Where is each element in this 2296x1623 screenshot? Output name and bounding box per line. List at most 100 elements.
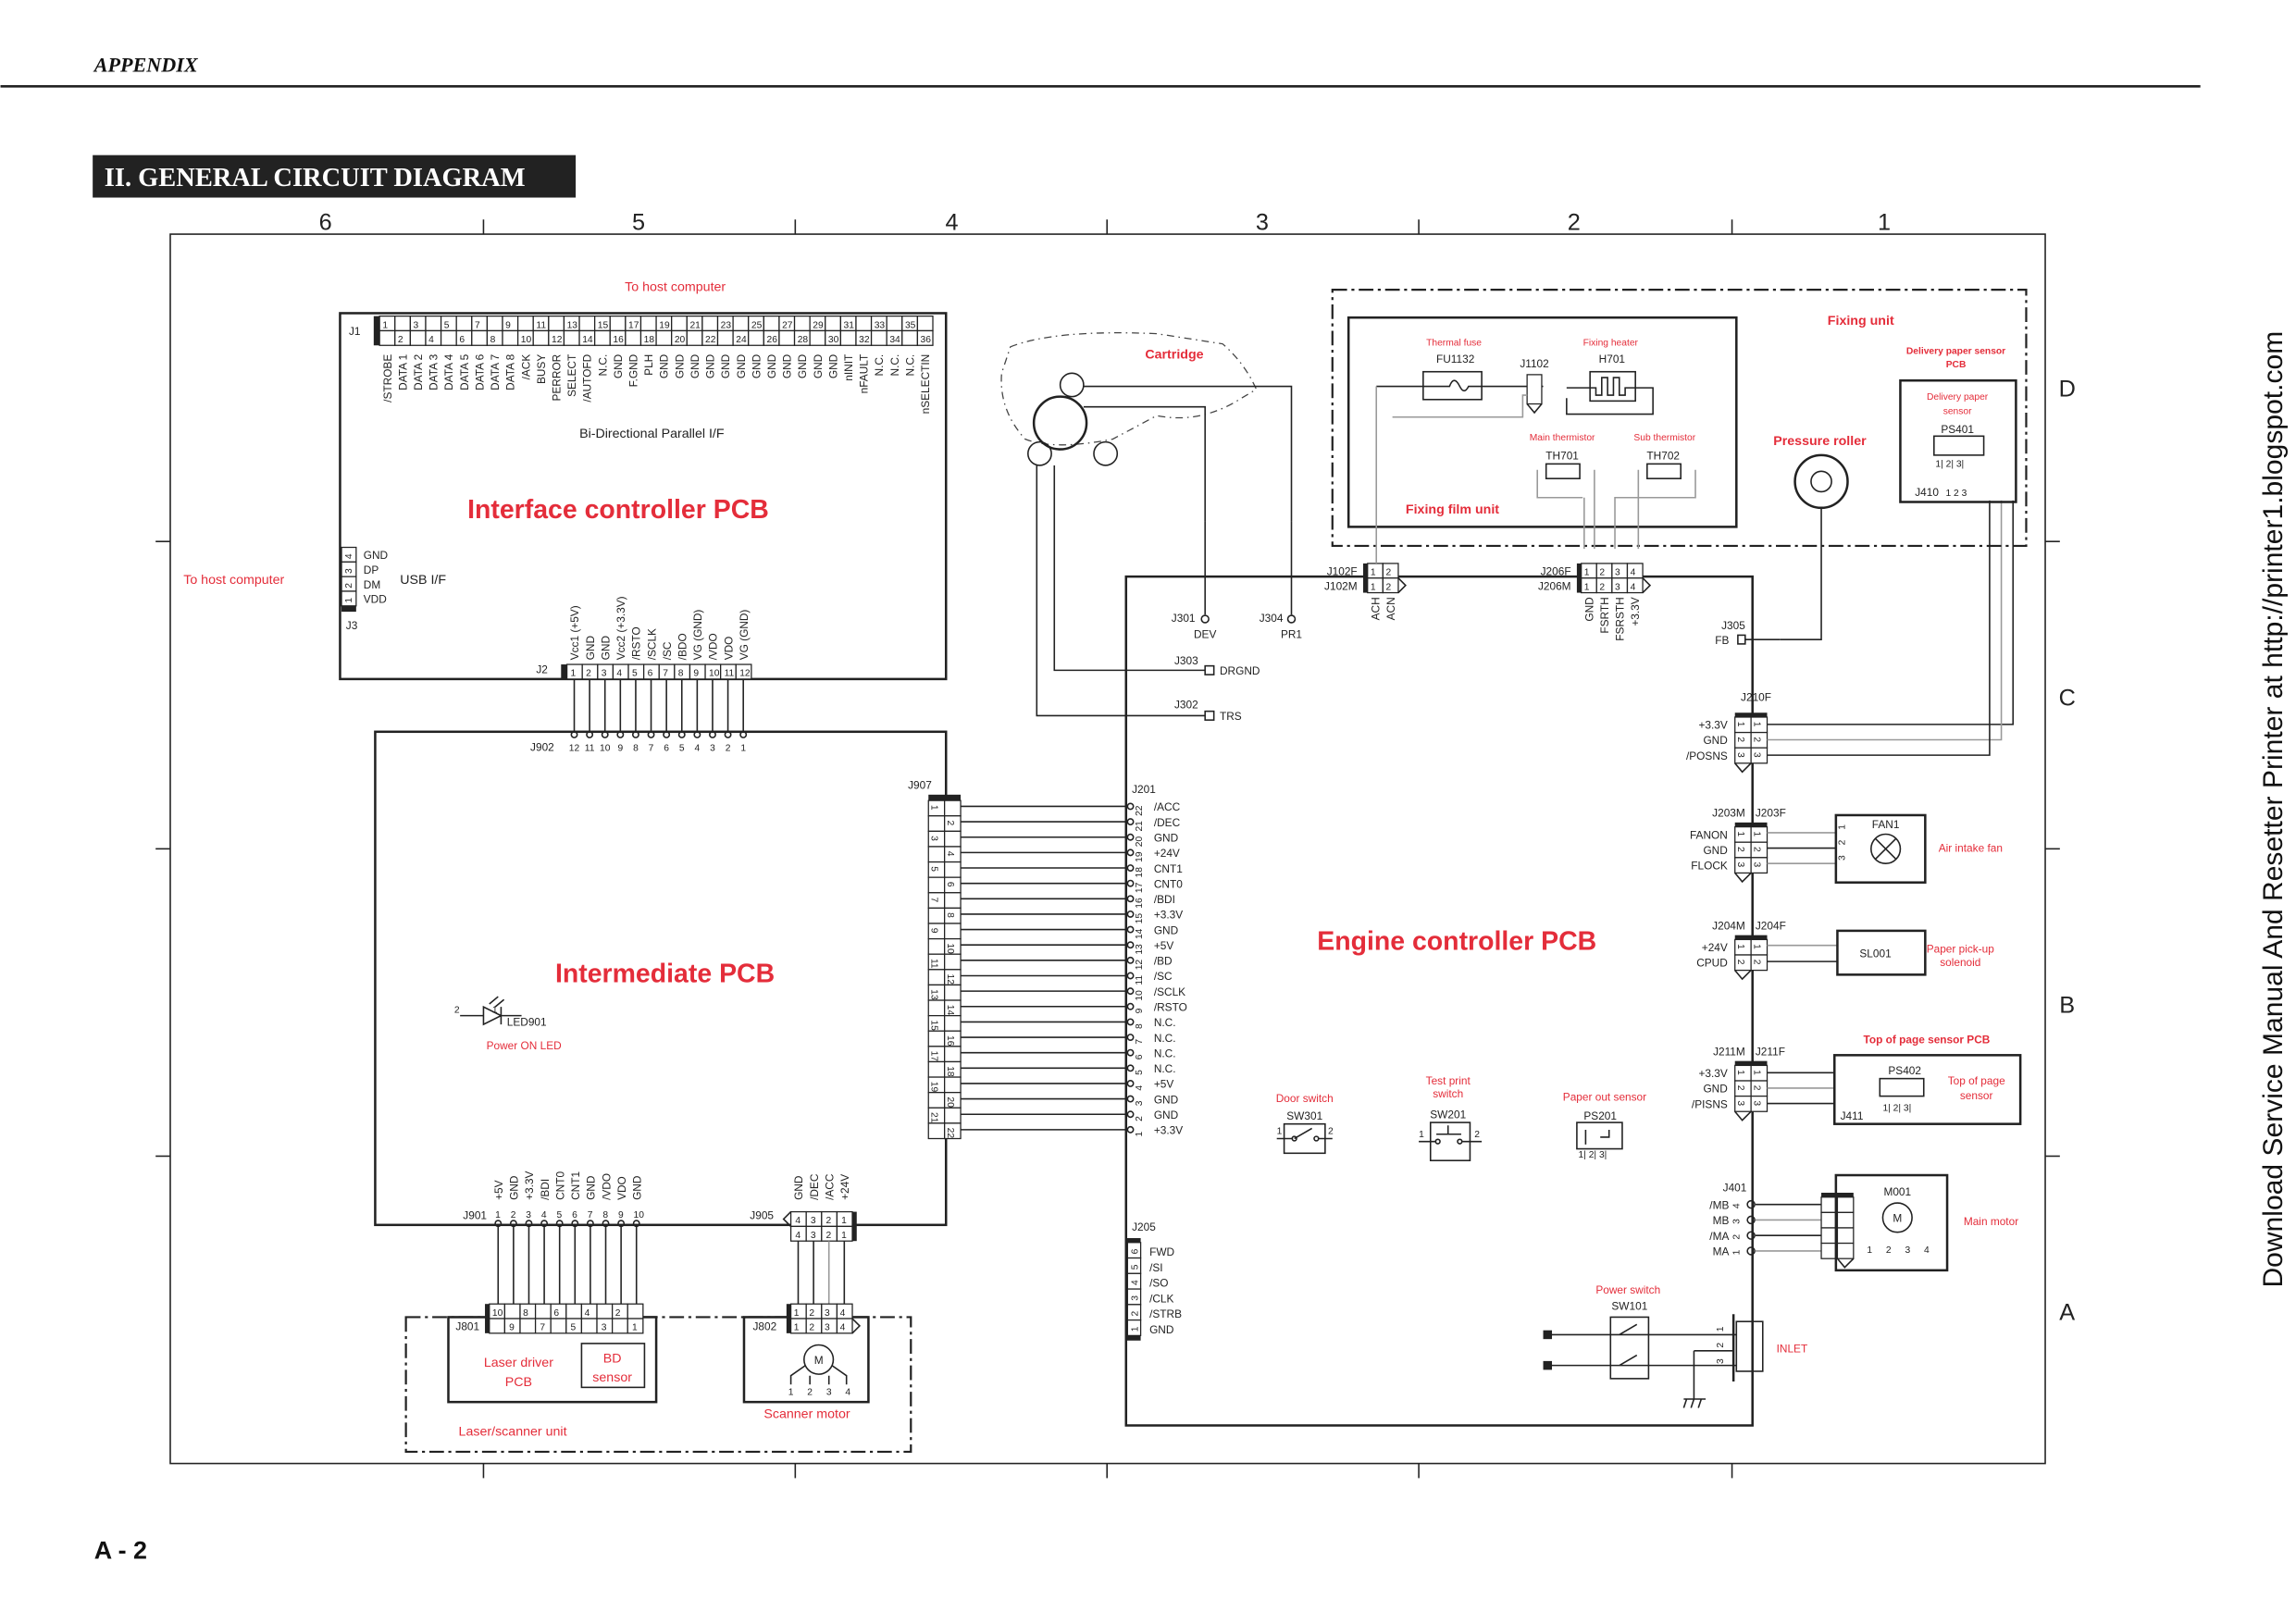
row-label-C: C (2059, 685, 2076, 711)
j1-pin-cell (763, 315, 780, 332)
j203m-label: J203M (1712, 807, 1745, 820)
j1-signal: DATA 1 (396, 353, 409, 390)
j801-pin-number: 2 (615, 1308, 621, 1319)
j210-pin-number: 2 (1751, 737, 1761, 742)
j1-signal: N.C. (888, 354, 901, 377)
j305-label: J305 (1721, 619, 1745, 632)
j907-pin-cell (944, 1046, 962, 1063)
j201-signal: +3.3V (1154, 909, 1183, 922)
ac-terminal (1543, 1360, 1553, 1370)
delivery-pcb-label: Delivery paper sensor (1906, 347, 2005, 357)
j1-pin-cell (563, 329, 580, 346)
j901-signal: GND (585, 1176, 598, 1200)
j1102-arrow (1526, 403, 1543, 415)
j905-pin-number: 4 (795, 1231, 800, 1241)
j1-pin-number: 5 (444, 320, 450, 330)
j201-signal: N.C. (1154, 1032, 1176, 1045)
ps402-pins: 1| 2| 3| (1882, 1103, 1911, 1113)
fixing-film-unit-label: Fixing film unit (1406, 502, 1499, 517)
j201-signal: +24V (1154, 847, 1180, 860)
j901-signal: GND (630, 1176, 643, 1200)
j907-pin-cell (927, 815, 946, 832)
th701 (1545, 463, 1581, 479)
j1-pin-cell (655, 329, 673, 346)
j1-pin-cell (486, 315, 503, 332)
j201-signal: /SCLK (1154, 985, 1185, 998)
j907-pin-number: 5 (928, 866, 938, 872)
j1-signal: GND (689, 354, 701, 378)
j1-pin-cell (778, 329, 796, 346)
j205-signal: /SI (1149, 1261, 1163, 1274)
j1-pin-cell (455, 315, 473, 332)
page-number: A - 2 (94, 1536, 147, 1564)
fixing-unit-label: Fixing unit (1828, 314, 1894, 328)
j901-pin-number: 5 (557, 1210, 563, 1220)
j2-signal: /RSTO (630, 626, 643, 660)
j201-signal: GND (1154, 1093, 1178, 1106)
j802-label: J802 (752, 1320, 776, 1333)
air-intake-fan-label: Air intake fan (1939, 841, 2003, 854)
j802-pin-number: 1 (794, 1323, 800, 1333)
j801-pin-number: 7 (540, 1323, 545, 1333)
j802-pin-number: 1 (794, 1308, 800, 1319)
inlet-pin: 1 (1716, 1326, 1726, 1332)
j2-pin-number: 12 (739, 669, 751, 679)
j204-signal: +24V (1702, 941, 1728, 954)
j907-pin-number: 13 (928, 989, 938, 1000)
j2-signal: Vcc2 (+3.3V) (614, 596, 627, 660)
j1-signal: nINIT (842, 354, 855, 381)
j1-pin-number: 2 (398, 335, 403, 345)
j1-pin-cell (701, 315, 719, 332)
dev-label: DEV (1194, 628, 1216, 641)
led901-label: LED901 (507, 1016, 547, 1029)
j201-signal: N.C. (1154, 1062, 1176, 1075)
j205-signal: /SO (1149, 1277, 1168, 1290)
j411-label: J411 (1841, 1109, 1864, 1122)
j902-pin-number: 9 (617, 743, 623, 753)
j201-pin-number: 10 (1135, 990, 1145, 1001)
j2-signal: Vcc1 (+5V) (568, 605, 581, 660)
j1-pin-number: 31 (844, 320, 855, 330)
j201-pin (1126, 818, 1135, 826)
j902-pin-number: 5 (679, 743, 685, 753)
j210-pin-number: 1 (1735, 722, 1745, 727)
j801-pin-number: 1 (632, 1323, 638, 1333)
circle (1313, 1135, 1320, 1142)
j201-pin-number: 3 (1135, 1100, 1145, 1106)
j1-signal: nFAULT (858, 354, 871, 394)
j802-pin-number: 4 (840, 1323, 846, 1333)
j907-pin-number: 19 (928, 1082, 938, 1093)
pin: 1 (1277, 1127, 1283, 1137)
fu1132-label: FU1132 (1436, 353, 1474, 365)
j905-pin-number: 1 (841, 1216, 847, 1226)
j1-pin-number: 33 (875, 320, 886, 330)
j3-pin-number: 1 (344, 598, 354, 603)
j901-pin-number: 2 (511, 1210, 516, 1220)
column-label-2: 2 (1568, 209, 1581, 235)
j203f-label: J203F (1756, 807, 1786, 820)
m001-conn-cell (1836, 1227, 1855, 1245)
scanner-motor-pin: 3 (826, 1387, 832, 1397)
j3-key (341, 605, 356, 613)
j201-signal: GND (1154, 831, 1178, 844)
j201-pin (1126, 1034, 1135, 1041)
j205-pin-number: 4 (1130, 1280, 1140, 1285)
j1-signal: /AUTOFD (581, 354, 594, 403)
fan-pin: 1 (1837, 824, 1847, 830)
ps401-label: PS401 (1941, 423, 1974, 436)
j102-pin-number: 2 (1386, 568, 1392, 578)
scanner-motor-pin: 4 (845, 1387, 850, 1397)
j206-pin-number: 4 (1631, 568, 1636, 578)
j210-signal: +3.3V (1698, 719, 1727, 732)
j201-pin (1126, 833, 1135, 841)
j201-pin-number: 4 (1135, 1085, 1145, 1091)
motor-symbol: M (814, 1354, 824, 1367)
j1-signal: F.GND (627, 354, 640, 388)
side-note: Download Service Manual And Resetter Pri… (2258, 331, 2289, 1288)
j2-pin-number: 6 (648, 669, 653, 679)
j905-pin-number: 3 (811, 1216, 816, 1226)
j907-pin-cell (927, 1030, 946, 1047)
pr1-label: PR1 (1281, 628, 1302, 641)
fan1-label: FAN1 (1872, 818, 1900, 831)
j801-cell (580, 1318, 598, 1334)
